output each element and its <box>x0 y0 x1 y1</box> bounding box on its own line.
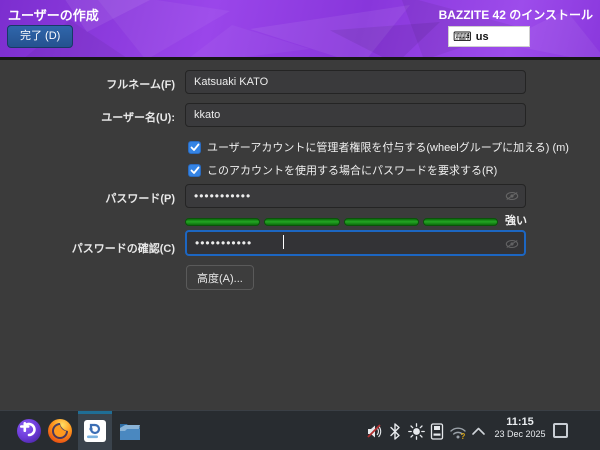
clock-widget[interactable]: 11:15 23 Dec 2025 <box>492 416 548 440</box>
confirm-password-label: パスワードの確認(C) <box>20 240 175 256</box>
fullname-label: フルネーム(F) <box>20 76 175 92</box>
product-title: BAZZITE 42 のインストール <box>439 6 593 23</box>
wifi-unknown-icon[interactable]: ? <box>448 423 468 440</box>
file-manager-launcher-icon[interactable] <box>118 419 142 443</box>
admin-checkbox-row[interactable]: ユーザーアカウントに管理者権限を付与する(wheelグループに加える) (m) <box>188 139 569 155</box>
password-field-wrap <box>185 184 526 208</box>
text-caret <box>283 235 284 249</box>
volume-muted-icon[interactable] <box>366 423 383 440</box>
admin-checkbox[interactable] <box>188 141 201 154</box>
strength-segment <box>264 218 339 226</box>
brightness-icon[interactable] <box>408 423 425 440</box>
strength-segment <box>185 218 260 226</box>
installer-app-icon <box>83 419 107 443</box>
advanced-button[interactable]: 高度(A)... <box>186 265 254 290</box>
svg-text:?: ? <box>461 432 466 440</box>
confirm-password-field-wrap <box>185 230 526 257</box>
page-title: ユーザーの作成 <box>8 5 99 24</box>
installer-window: ユーザーの作成 完了 (D) BAZZITE 42 のインストール ⌨ us フ… <box>0 0 600 450</box>
admin-checkbox-label: ユーザーアカウントに管理者権限を付与する(wheelグループに加える) (m) <box>207 139 569 155</box>
strength-segment <box>423 218 498 226</box>
require-password-checkbox-label: このアカウントを使用する場合にパスワードを要求する(R) <box>207 162 497 178</box>
bluetooth-icon[interactable] <box>389 423 401 440</box>
require-password-checkbox[interactable] <box>188 164 201 177</box>
reveal-password-icon[interactable] <box>505 237 519 251</box>
taskbar: ? 11:15 23 Dec 2025 <box>0 410 600 450</box>
password-strength-label: 強い <box>505 212 527 228</box>
installer-task-active[interactable] <box>78 411 112 450</box>
password-strength-bar <box>185 218 498 226</box>
strength-segment <box>344 218 419 226</box>
clock-date: 23 Dec 2025 <box>492 429 548 440</box>
checkmark-icon <box>190 142 200 152</box>
firefox-launcher-icon[interactable] <box>47 418 73 444</box>
confirm-password-input[interactable] <box>185 230 526 256</box>
keyboard-layout-label: us <box>476 31 489 43</box>
keyboard-icon: ⌨ <box>453 30 472 43</box>
checkmark-icon <box>190 165 200 175</box>
tray-expand-chevron-icon[interactable] <box>471 423 486 440</box>
require-password-checkbox-row[interactable]: このアカウントを使用する場合にパスワードを要求する(R) <box>188 162 497 178</box>
done-button[interactable]: 完了 (D) <box>7 25 73 48</box>
show-desktop-button[interactable] <box>553 423 568 438</box>
keyboard-layout-indicator[interactable]: ⌨ us <box>448 26 530 47</box>
username-input[interactable] <box>185 103 526 127</box>
reveal-password-icon[interactable] <box>505 189 519 203</box>
header-divider <box>0 57 600 60</box>
username-label: ユーザー名(U): <box>20 109 175 125</box>
bazzite-launcher-icon[interactable] <box>16 418 42 444</box>
header-banner: ユーザーの作成 完了 (D) BAZZITE 42 のインストール ⌨ us <box>0 0 600 57</box>
fullname-input[interactable] <box>185 70 526 94</box>
clock-time: 11:15 <box>492 416 548 429</box>
password-input[interactable] <box>185 184 526 208</box>
removable-media-icon[interactable] <box>430 423 444 440</box>
password-label: パスワード(P) <box>20 190 175 206</box>
active-task-indicator <box>78 411 112 414</box>
